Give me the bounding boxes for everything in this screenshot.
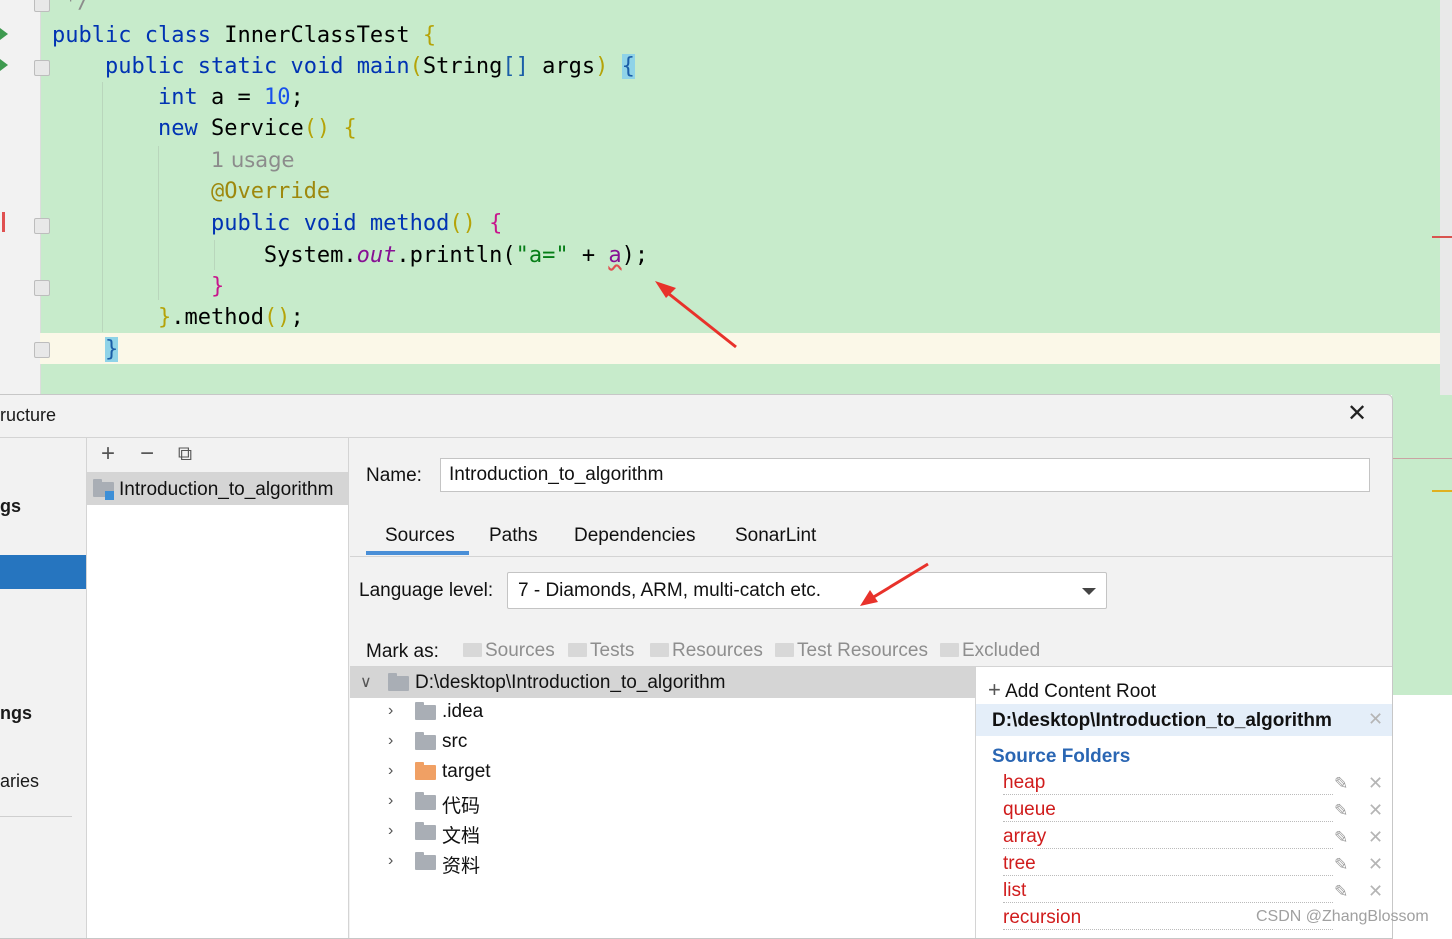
language-level-value: 7 - Diamonds, ARM, multi-catch etc. bbox=[518, 580, 822, 601]
warning-stripe-mark bbox=[1432, 490, 1452, 492]
folder-icon bbox=[415, 702, 436, 720]
tree-item-code[interactable]: 代码 bbox=[442, 791, 480, 818]
tab-sources[interactable]: Sources bbox=[385, 525, 455, 547]
mark-as-label: Mark as: bbox=[366, 641, 439, 662]
module-name-input[interactable] bbox=[440, 458, 1370, 492]
tree-item-materials[interactable]: 资料 bbox=[442, 851, 480, 878]
source-folder-item[interactable]: heap bbox=[1003, 772, 1333, 795]
folder-icon bbox=[415, 732, 436, 750]
pencil-icon[interactable]: ✎ bbox=[1334, 801, 1348, 821]
test-resources-folder-icon bbox=[775, 643, 794, 657]
folder-icon bbox=[388, 673, 409, 691]
language-level-select[interactable]: 7 - Diamonds, ARM, multi-catch etc. bbox=[507, 572, 1107, 609]
resources-folder-icon bbox=[650, 643, 669, 657]
excluded-folder-icon bbox=[940, 643, 959, 657]
tree-item-idea[interactable]: .idea bbox=[442, 701, 483, 723]
source-folder-item[interactable]: queue bbox=[1003, 799, 1333, 822]
pencil-icon[interactable]: ✎ bbox=[1334, 828, 1348, 848]
tabs-separator bbox=[350, 556, 1392, 557]
folder-icon bbox=[415, 852, 436, 870]
excluded-folder-icon bbox=[415, 762, 436, 780]
content-root-row[interactable]: D:\desktop\Introduction_to_algorithm ✕ bbox=[976, 704, 1392, 736]
close-icon[interactable]: ✕ bbox=[1368, 800, 1383, 821]
plus-icon: + bbox=[988, 677, 1001, 702]
add-module-button[interactable]: + bbox=[94, 440, 122, 468]
folder-icon bbox=[463, 643, 482, 657]
nav-item-libraries[interactable]: aries bbox=[0, 771, 39, 792]
nav-item-settings[interactable]: gs bbox=[0, 496, 21, 517]
pencil-icon[interactable]: ✎ bbox=[1334, 882, 1348, 902]
chevron-down-icon bbox=[1082, 588, 1096, 595]
tree-item-docs[interactable]: 文档 bbox=[442, 821, 480, 848]
module-toolbar: + − ⧉ bbox=[87, 438, 348, 472]
editor-divider bbox=[1392, 458, 1452, 459]
editor-background-strip bbox=[1392, 395, 1452, 695]
chevron-right-icon[interactable]: › bbox=[388, 792, 393, 810]
close-icon[interactable]: ✕ bbox=[1346, 402, 1368, 426]
watermark: CSDN @ZhangBlossom bbox=[1256, 908, 1429, 925]
chevron-right-icon[interactable]: › bbox=[388, 732, 393, 750]
name-label: Name: bbox=[366, 465, 422, 486]
close-icon[interactable]: ✕ bbox=[1368, 881, 1383, 902]
close-icon[interactable]: ✕ bbox=[1368, 773, 1383, 794]
tree-item-target[interactable]: target bbox=[442, 761, 491, 783]
mark-test-resources-button[interactable]: Test Resources bbox=[775, 640, 928, 662]
folder-icon bbox=[415, 792, 436, 810]
nav-item-selected[interactable] bbox=[0, 555, 86, 589]
source-folder-item[interactable]: array bbox=[1003, 826, 1333, 849]
pencil-icon[interactable]: ✎ bbox=[1334, 855, 1348, 875]
tab-paths[interactable]: Paths bbox=[489, 525, 538, 547]
module-settings-pane: Name: Sources Paths Dependencies SonarLi… bbox=[350, 438, 1392, 938]
add-content-root-button[interactable]: + Add Content Root bbox=[988, 677, 1156, 703]
mark-resources-button[interactable]: Resources bbox=[650, 640, 763, 662]
folder-icon bbox=[568, 643, 587, 657]
pencil-icon[interactable]: ✎ bbox=[1334, 774, 1348, 794]
close-icon[interactable]: ✕ bbox=[1368, 827, 1383, 848]
folder-icon bbox=[415, 822, 436, 840]
tree-root-label: D:\desktop\Introduction_to_algorithm bbox=[415, 672, 726, 693]
source-folder-item[interactable]: tree bbox=[1003, 853, 1333, 876]
source-folder-item[interactable]: list bbox=[1003, 880, 1333, 903]
dialog-title: ructure bbox=[0, 405, 57, 425]
remove-module-button[interactable]: − bbox=[133, 440, 161, 468]
content-roots-pane: + Add Content Root D:\desktop\Introducti… bbox=[975, 666, 1392, 938]
close-icon[interactable]: ✕ bbox=[1368, 854, 1383, 875]
annotation-arrow bbox=[655, 281, 737, 349]
language-level-label: Language level: bbox=[359, 580, 494, 601]
chevron-right-icon[interactable]: › bbox=[388, 702, 393, 720]
remove-root-icon[interactable]: ✕ bbox=[1368, 709, 1383, 730]
tab-sonarlint[interactable]: SonarLint bbox=[735, 525, 816, 547]
mark-tests-button[interactable]: Tests bbox=[568, 640, 634, 662]
chevron-right-icon[interactable]: › bbox=[388, 852, 393, 870]
content-tree: ∨ D:\desktop\Introduction_to_algorithm ›… bbox=[350, 666, 975, 938]
copy-module-button[interactable]: ⧉ bbox=[171, 440, 199, 468]
mark-sources-button[interactable]: Sources bbox=[463, 640, 555, 662]
chevron-right-icon[interactable]: › bbox=[388, 762, 393, 780]
source-folders-header: Source Folders bbox=[992, 746, 1131, 767]
content-root-path: D:\desktop\Introduction_to_algorithm bbox=[992, 710, 1332, 731]
module-name: Introduction_to_algorithm bbox=[119, 479, 334, 500]
chevron-right-icon[interactable]: › bbox=[388, 822, 393, 840]
project-structure-dialog: ructure ✕ gs ngs aries + − ⧉ Introductio… bbox=[0, 394, 1393, 939]
active-tab-indicator bbox=[366, 551, 469, 555]
chevron-down-icon[interactable]: ∨ bbox=[360, 672, 372, 692]
module-list-pane: + − ⧉ Introduction_to_algorithm bbox=[87, 438, 349, 938]
mark-excluded-button[interactable]: Excluded bbox=[940, 640, 1040, 662]
tree-root-row[interactable]: ∨ D:\desktop\Introduction_to_algorithm bbox=[350, 667, 975, 698]
nav-divider bbox=[0, 816, 72, 817]
annotation-arrow bbox=[860, 562, 929, 606]
settings-nav: gs ngs aries bbox=[0, 438, 87, 938]
nav-item-platform-settings[interactable]: ngs bbox=[0, 703, 32, 724]
module-row[interactable]: Introduction_to_algorithm bbox=[87, 472, 348, 505]
code-editor[interactable]: */ public class InnerClassTest { public … bbox=[0, 0, 1452, 395]
tab-dependencies[interactable]: Dependencies bbox=[574, 525, 695, 547]
tree-item-src[interactable]: src bbox=[442, 731, 467, 753]
module-badge-icon bbox=[105, 491, 114, 500]
